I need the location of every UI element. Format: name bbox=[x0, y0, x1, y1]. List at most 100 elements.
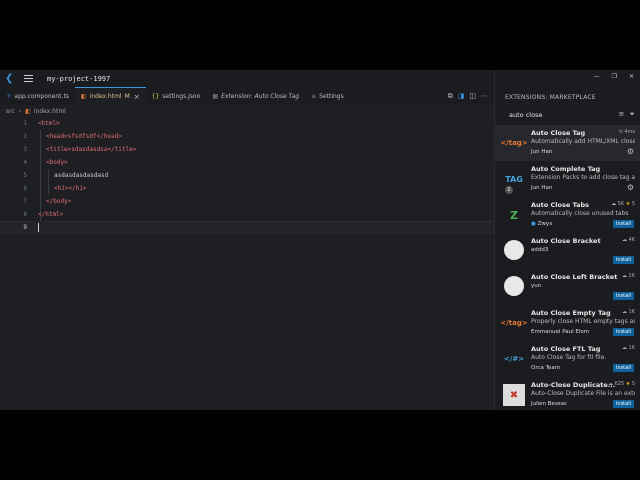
extension-meta: ☁ 1K bbox=[621, 309, 635, 315]
ts-icon: ⚛ bbox=[6, 92, 12, 100]
line-number: 1 bbox=[23, 120, 27, 127]
more-actions-icon[interactable]: ⋯ bbox=[481, 92, 488, 101]
list-item[interactable]: </tag> Auto Close Tag ⟲ 4ms Automaticall… bbox=[495, 125, 640, 161]
extension-publisher: yun bbox=[531, 283, 542, 289]
modified-indicator: M bbox=[124, 93, 130, 100]
code-line: 8 </html> bbox=[0, 208, 494, 221]
verified-icon: ● bbox=[531, 221, 536, 227]
extension-meta: ☁ 1K bbox=[621, 345, 635, 351]
minimize-icon[interactable]: — bbox=[594, 73, 600, 80]
search-value: auto close bbox=[509, 110, 543, 119]
pack-count-badge: 2 bbox=[505, 186, 513, 194]
line-number: 2 bbox=[23, 133, 27, 140]
line-number: 7 bbox=[23, 198, 27, 205]
extension-description: Automatically close unused tabs bbox=[531, 210, 629, 217]
vscode-window: ❮ my-project-1997 ⚛ app.component.ts ◧ i… bbox=[0, 70, 640, 410]
code-line: 1 <html> bbox=[0, 117, 494, 130]
extension-publisher: Julien Bessac bbox=[531, 401, 568, 407]
menu-icon[interactable] bbox=[24, 75, 33, 82]
extension-search-input[interactable]: auto close ≡ ⏷ bbox=[501, 108, 635, 121]
breadcrumb-folder[interactable]: src bbox=[6, 108, 15, 115]
line-number: 3 bbox=[23, 146, 27, 153]
vscode-logo-icon: ❮ bbox=[5, 72, 14, 84]
clear-filter-icon[interactable]: ≡ bbox=[619, 110, 625, 119]
code-editor[interactable]: 1 <html> 2 <head>sfsdfsdf</head> 3 <titl… bbox=[0, 117, 494, 410]
manage-gear-icon[interactable]: ⚙ bbox=[627, 147, 634, 156]
search-actions: ≡ ⏷ bbox=[619, 110, 635, 119]
install-button[interactable]: Install bbox=[612, 220, 634, 228]
editor-actions: ⧉ ◨ ◫ ⋯ bbox=[448, 92, 494, 101]
extension-description: Extension Packs to add close tag and bbox=[531, 174, 635, 181]
line-number: 4 bbox=[23, 159, 27, 166]
code-text: <head>sfsdfsdf</head> bbox=[46, 133, 122, 140]
download-cloud-icon: ☁ bbox=[621, 237, 627, 243]
extensions-panel: — ❐ ✕ EXTENSIONS: MARKETPLACE auto close… bbox=[494, 70, 640, 410]
extension-meta: ☁ 2K bbox=[621, 273, 635, 279]
project-name: my-project-1997 bbox=[47, 74, 111, 83]
install-button[interactable]: Install bbox=[612, 328, 634, 336]
breadcrumb-file[interactable]: index.html bbox=[34, 108, 66, 115]
manage-gear-icon[interactable]: ⚙ bbox=[627, 183, 634, 192]
close-icon[interactable]: × bbox=[134, 93, 140, 101]
extension-description: Auto-Close Duplicate File is an exte bbox=[531, 390, 635, 397]
title-bar: ❮ my-project-1997 bbox=[0, 70, 494, 87]
download-cloud-icon: ☁ bbox=[611, 201, 617, 207]
line-number: 8 bbox=[23, 211, 27, 218]
extension-publisher: Orca Team bbox=[531, 365, 561, 371]
star-icon: ★ bbox=[625, 201, 631, 207]
tab-settings-json[interactable]: {} settings.json bbox=[146, 87, 207, 105]
tab-app-component[interactable]: ⚛ app.component.ts bbox=[0, 87, 75, 105]
tab-extension-auto-close-tag[interactable]: ▦ Extension: Auto Close Tag bbox=[206, 87, 305, 105]
chevron-right-icon: › bbox=[18, 107, 22, 115]
code-line: 7 </body> bbox=[0, 195, 494, 208]
code-line: 5 asdasdasdasdasd bbox=[0, 169, 494, 182]
download-cloud-icon: ☁ bbox=[621, 309, 627, 315]
extension-publisher: ● Zwyx bbox=[531, 221, 553, 227]
list-item[interactable]: </#> Auto Close FTL Tag ☁ 1K Auto Close … bbox=[495, 341, 640, 377]
maximize-icon[interactable]: ❐ bbox=[612, 73, 617, 80]
star-icon: ★ bbox=[625, 381, 631, 387]
install-button[interactable]: Install bbox=[612, 364, 634, 372]
code-text: <html> bbox=[38, 120, 60, 127]
gear-icon: ≡ bbox=[311, 92, 317, 100]
extension-meta: ⟲ 4ms bbox=[618, 129, 635, 135]
history-icon: ⟲ bbox=[618, 129, 623, 135]
install-button[interactable]: Install bbox=[612, 256, 634, 264]
code-text: <body> bbox=[46, 159, 68, 166]
extension-description: Automatically add HTML/XML close tag bbox=[531, 138, 635, 145]
tab-settings[interactable]: ≡ Settings bbox=[305, 87, 350, 105]
list-item[interactable]: TAG 2 Auto Complete Tag Extension Packs … bbox=[495, 161, 640, 197]
list-item[interactable]: ✖ Auto-Close Duplicate... ☁ 625 ★ 5 Auto… bbox=[495, 377, 640, 413]
list-item[interactable]: Auto Close Bracket ☁ 4K addd3 Install bbox=[495, 233, 640, 269]
extension-name: Auto Close Tag bbox=[531, 129, 586, 137]
extension-publisher: addd3 bbox=[531, 247, 549, 253]
close-window-icon[interactable]: ✕ bbox=[629, 73, 634, 80]
close-tag-icon: </tag> bbox=[500, 139, 528, 147]
install-button[interactable]: Install bbox=[612, 292, 634, 300]
code-text: </body> bbox=[46, 198, 72, 205]
extension-name: Auto Close Tabs bbox=[531, 201, 590, 209]
html-icon: ◧ bbox=[25, 107, 31, 115]
extension-name: Auto Close Left Bracket bbox=[531, 273, 618, 281]
json-icon: {} bbox=[151, 92, 160, 100]
split-editor-icon[interactable]: ◫ bbox=[469, 92, 476, 101]
tab-index-html[interactable]: ◧ index.html M × bbox=[74, 87, 146, 105]
code-line: 4 <body> bbox=[0, 156, 494, 169]
extension-name: Auto Complete Tag bbox=[531, 165, 601, 173]
code-line: 3 <title>sdasdasdsa</title> bbox=[0, 143, 494, 156]
download-cloud-icon: ☁ bbox=[608, 381, 613, 387]
install-button[interactable]: Install bbox=[612, 400, 634, 408]
preview-icon[interactable]: ◨ bbox=[458, 92, 465, 101]
compare-icon[interactable]: ⧉ bbox=[448, 92, 453, 101]
code-text: asdasdasdasdasd bbox=[54, 172, 109, 179]
filter-icon[interactable]: ⏷ bbox=[629, 110, 635, 119]
zwyx-logo-icon: Z bbox=[510, 208, 518, 222]
extension-name: Auto Close Bracket bbox=[531, 237, 601, 245]
extension-description: Auto Close Tag for ftl file. bbox=[531, 354, 607, 361]
list-item[interactable]: Z Auto Close Tabs ☁ 5K ★ 5 Automatically… bbox=[495, 197, 640, 233]
extension-list: </tag> Auto Close Tag ⟲ 4ms Automaticall… bbox=[495, 125, 640, 413]
list-item[interactable]: </tag> Auto Close Empty Tag ☁ 1K Properl… bbox=[495, 305, 640, 341]
code-text: <h1></h1> bbox=[54, 185, 87, 192]
ftl-tag-icon: </#> bbox=[503, 355, 525, 363]
list-item[interactable]: Auto Close Left Bracket ☁ 2K yun Install bbox=[495, 269, 640, 305]
